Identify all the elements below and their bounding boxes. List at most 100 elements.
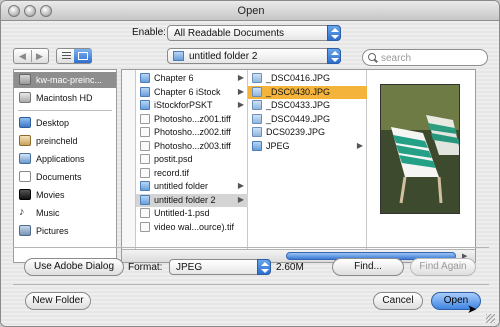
divider	[13, 284, 489, 285]
enable-popup[interactable]: All Readable Documents	[167, 25, 341, 41]
resize-grip-icon[interactable]	[486, 314, 495, 323]
sidebar-item-home[interactable]: preincheld	[14, 133, 116, 149]
cancel-button[interactable]: Cancel	[373, 292, 423, 310]
new-folder-button[interactable]: New Folder	[25, 292, 91, 310]
file-list-item[interactable]: record.tif	[136, 167, 248, 180]
preview-column	[367, 70, 475, 250]
mouse-cursor-icon: ➤	[467, 302, 478, 316]
file-list-item[interactable]: Photosho...z002.tiff	[136, 126, 248, 139]
sidebar-item-movies[interactable]: Movies	[14, 187, 116, 203]
computer-icon	[19, 74, 31, 85]
file-name: Photosho...z003.tiff	[154, 140, 231, 151]
file-list-item[interactable]: _DSC0430.JPG	[248, 85, 367, 99]
dialog-body: Enable: All Readable Documents ◀ ▶ untit…	[1, 21, 499, 326]
sidebar-item-label: Music	[36, 208, 60, 218]
file-list-item[interactable]: _DSC0449.JPG	[248, 113, 367, 126]
popup-arrows-icon	[327, 48, 341, 64]
folder-icon	[252, 140, 262, 151]
sidebar: kw-mac-preinc... Macintosh HD Desktop pr…	[13, 69, 117, 263]
sidebar-item-label: Macintosh HD	[36, 93, 93, 103]
sidebar-item-label: preincheld	[36, 136, 78, 146]
sidebar-item-pictures[interactable]: Pictures	[14, 223, 116, 239]
file-name: JPEG	[266, 140, 290, 151]
sidebar-item-documents[interactable]: Documents	[14, 169, 116, 185]
list-view-icon[interactable]	[62, 52, 71, 61]
forward-arrow-icon[interactable]: ▶	[36, 51, 43, 62]
sidebar-separator	[18, 110, 112, 111]
column-view-icon	[78, 52, 88, 60]
deck-chairs-image	[381, 85, 459, 213]
file-name: iStockforPSKT	[154, 100, 213, 110]
file-name: DCS0239.JPG	[266, 127, 326, 137]
image-file-icon	[252, 73, 262, 83]
back-arrow-icon[interactable]: ◀	[19, 51, 26, 62]
search-placeholder: search	[381, 53, 412, 64]
file-list-item[interactable]: _DSC0433.JPG	[248, 99, 367, 112]
sidebar-item-label: Movies	[36, 190, 65, 200]
disclosure-arrow-icon: ▶	[237, 194, 244, 204]
sidebar-item-desktop[interactable]: Desktop	[14, 115, 116, 131]
file-list-item[interactable]: Untitled-1.psd	[136, 207, 248, 220]
browser-column-1: Chapter 6 ▶ Chapter 6 iStock ▶ iStockforPSKT…	[136, 70, 248, 250]
enable-value: All Readable Documents	[174, 28, 285, 39]
browser-column-0	[122, 70, 136, 250]
file-list-item[interactable]: _DSC0416.JPG	[248, 72, 367, 85]
file-list-item[interactable]: iStockforPSKT ▶	[136, 99, 248, 112]
document-icon	[140, 113, 150, 124]
sidebar-item-label: Desktop	[36, 118, 70, 128]
pictures-icon	[19, 225, 31, 236]
file-name: video wal...ource).tif	[154, 221, 235, 232]
back-forward-control: ◀ ▶	[13, 48, 49, 64]
sidebar-item-label: Pictures	[36, 226, 69, 236]
folder-icon	[140, 100, 150, 110]
popup-arrows-icon	[257, 259, 271, 275]
sidebar-item-computer[interactable]: kw-mac-preinc...	[14, 72, 116, 88]
search-field[interactable]: search	[362, 49, 488, 66]
enable-label: Enable:	[132, 27, 166, 38]
file-list-item[interactable]: DCS0239.JPG	[248, 126, 367, 139]
file-name: _DSC0430.JPG	[266, 86, 331, 97]
image-file-icon	[252, 86, 262, 97]
disclosure-arrow-icon: ▶	[237, 73, 244, 82]
file-list-item[interactable]: postit.psd	[136, 153, 248, 166]
file-list-item[interactable]: untitled folder 2 ▶	[136, 193, 248, 207]
file-list-item[interactable]: Chapter 6 iStock ▶	[136, 86, 248, 99]
sidebar-item-music[interactable]: ♪ Music	[14, 205, 116, 221]
sidebar-item-macintosh-hd[interactable]: Macintosh HD	[14, 90, 116, 106]
sidebar-item-label: kw-mac-preinc...	[36, 75, 103, 85]
file-list-item[interactable]: Photosho...z003.tiff	[136, 140, 248, 153]
file-list-item[interactable]: video wal...ource).tif	[136, 221, 248, 234]
image-preview	[380, 84, 460, 214]
folder-icon	[140, 194, 150, 205]
file-list-item[interactable]: Chapter 6 ▶	[136, 72, 248, 85]
sidebar-item-label: Applications	[36, 154, 85, 164]
file-list-item[interactable]: untitled folder ▶	[136, 180, 248, 193]
find-button[interactable]: Find...	[332, 258, 404, 276]
format-popup[interactable]: JPEG	[169, 259, 271, 275]
file-name: Chapter 6	[154, 73, 194, 83]
file-list-item[interactable]: Photosho...z001.tiff	[136, 113, 248, 126]
documents-icon	[19, 171, 31, 182]
sidebar-item-applications[interactable]: Applications	[14, 151, 116, 167]
folder-icon	[140, 181, 150, 191]
file-name: record.tif	[154, 167, 190, 178]
popup-arrows-icon	[327, 25, 341, 41]
document-icon	[140, 208, 150, 218]
use-adobe-dialog-button[interactable]: Use Adobe Dialog	[24, 258, 124, 276]
search-icon-handle	[374, 58, 378, 63]
find-again-button[interactable]: Find Again	[410, 258, 476, 276]
title-bar[interactable]: Open	[1, 1, 499, 21]
window-title: Open	[237, 5, 265, 17]
applications-icon	[19, 153, 31, 164]
image-file-icon	[252, 113, 262, 124]
location-popup[interactable]: untitled folder 2	[167, 48, 341, 64]
hard-drive-icon	[19, 92, 31, 103]
file-name: _DSC0416.JPG	[266, 73, 331, 83]
file-name: _DSC0449.JPG	[266, 113, 331, 124]
file-list-item[interactable]: JPEG ▶	[248, 140, 367, 153]
folder-icon	[173, 51, 184, 61]
disclosure-arrow-icon: ▶	[237, 100, 244, 109]
file-name: Chapter 6 iStock	[154, 86, 221, 97]
file-name: Untitled-1.psd	[154, 208, 210, 218]
column-view-button[interactable]	[74, 49, 92, 63]
